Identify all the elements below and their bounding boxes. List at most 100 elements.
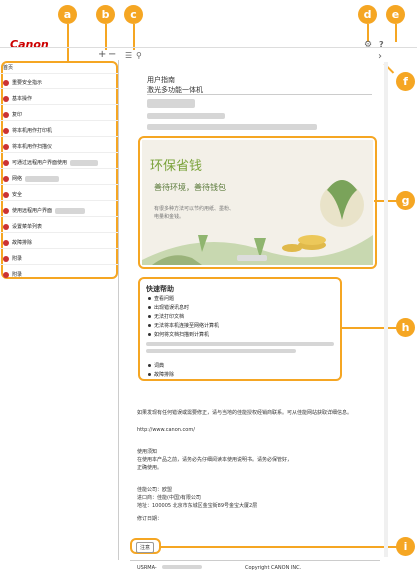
quick-item-0[interactable]: 查看问题 bbox=[148, 295, 174, 302]
callout-c: c bbox=[124, 5, 143, 24]
sidebar-item-trouble[interactable]: 故障排除 bbox=[3, 238, 32, 247]
model-detail-redacted bbox=[147, 124, 317, 130]
banner-body-1: 有很多种方法可以节约用纸、墨粉、 bbox=[154, 206, 235, 212]
sidebar-item-appendix-2[interactable]: 附录 bbox=[3, 270, 22, 279]
sidebar-item-label: 安全 bbox=[12, 192, 23, 198]
callout-f: f bbox=[396, 72, 415, 91]
chevron-icon bbox=[3, 111, 9, 118]
sidebar-item-label: 基本操作 bbox=[12, 96, 33, 102]
banner-body-2: 电量和金钱。 bbox=[154, 214, 185, 220]
quick-item-2[interactable]: 无法打印文档 bbox=[148, 313, 184, 320]
sidebar-item-printer[interactable]: 将本机用作打印机 bbox=[3, 126, 52, 135]
callout-d: d bbox=[358, 5, 377, 24]
footer-code: USRMA- bbox=[137, 565, 157, 571]
leader-i bbox=[160, 546, 397, 548]
quick-item-3[interactable]: 无法将本机连接至网络计算机 bbox=[148, 322, 219, 329]
notice-text: 如果发现有任何错误或需要修正，请与当地的佳能授权经销商联系。可从佳能网站获取详细… bbox=[137, 410, 353, 416]
callout-a: a bbox=[58, 5, 77, 24]
sidebar-item-label: 将本机用作打印机 bbox=[12, 128, 53, 134]
quick-note-redacted-2 bbox=[146, 349, 296, 353]
callout-i: i bbox=[396, 537, 415, 556]
quick-item-1[interactable]: 出现错误讯息时 bbox=[148, 304, 189, 311]
scrollbar-track[interactable] bbox=[384, 62, 388, 557]
leader-e bbox=[395, 24, 397, 42]
callout-e: e bbox=[386, 5, 405, 24]
gear-icon[interactable]: ⚙ bbox=[364, 40, 372, 50]
chevron-icon bbox=[3, 143, 9, 150]
help-icon[interactable]: ? bbox=[379, 40, 384, 50]
quick-link-0[interactable]: 词典 bbox=[148, 362, 164, 369]
usage-text-2: 正确使用。 bbox=[137, 465, 163, 471]
copyright: Copyright CANON INC. bbox=[245, 565, 302, 571]
usage-title: 使用须知 bbox=[137, 449, 158, 455]
title-divider bbox=[147, 94, 372, 95]
sidebar-item-rui[interactable]: 使用远程用户界面 bbox=[3, 206, 86, 215]
model-name-redacted bbox=[147, 99, 195, 108]
sidebar-item-copy[interactable]: 复印 bbox=[3, 110, 22, 119]
zoom-in-button[interactable]: + bbox=[98, 50, 106, 60]
notice-button[interactable]: 注意 bbox=[136, 542, 155, 553]
eco-banner[interactable]: 环保省钱 善待环境，善待钱包 有很多种方法可以节约用纸、墨粉、 电量和金钱。 bbox=[142, 140, 373, 265]
sidebar-item-security[interactable]: 安全 bbox=[3, 190, 22, 199]
quick-note-redacted bbox=[146, 342, 334, 346]
chevron-icon bbox=[3, 175, 9, 182]
search-icon[interactable]: ⚲ bbox=[136, 51, 142, 61]
chevron-icon bbox=[3, 271, 9, 278]
banner-subtitle: 善待环境，善待钱包 bbox=[154, 183, 226, 192]
sidebar-item-label: 网络 bbox=[12, 176, 23, 182]
chevron-icon bbox=[3, 255, 9, 262]
footer-divider bbox=[130, 560, 380, 561]
company-2: 进口商：佳能(中国)有限公司 bbox=[137, 495, 201, 501]
sidebar-item-label: 附录 bbox=[12, 256, 23, 262]
leader-h bbox=[341, 327, 397, 329]
chevron-icon bbox=[3, 239, 9, 246]
next-page-icon[interactable]: › bbox=[378, 52, 382, 62]
company-3: 地址：100005 北京市东城区金宝街89号金宝大厦2层 bbox=[137, 503, 258, 509]
zoom-out-button[interactable]: − bbox=[108, 50, 116, 60]
revision-date: 修订日期： bbox=[137, 516, 163, 522]
quick-link-1[interactable]: 故障排除 bbox=[148, 371, 174, 378]
usage-text: 在使用本产品之前，请务必先仔细阅读本使用说明书。请务必保管好， bbox=[137, 457, 293, 463]
header-divider bbox=[0, 47, 417, 48]
chevron-icon bbox=[3, 207, 9, 214]
callout-h: h bbox=[396, 318, 415, 337]
notice-link[interactable]: http://www.canon.com/ bbox=[137, 427, 195, 433]
chevron-icon bbox=[3, 95, 9, 102]
sidebar-item-label: 故障排除 bbox=[12, 240, 33, 246]
sidebar-item-label: 可通过远程用户界面使用 bbox=[12, 160, 68, 166]
chevron-icon bbox=[3, 79, 9, 86]
sidebar: 首页 重要安全指示 基本操作 复印 将本机用作打印机 将本机用作扫描仪 可通过远… bbox=[0, 60, 119, 560]
sidebar-item-label: 将本机用作扫描仪 bbox=[12, 144, 53, 150]
sidebar-item-home[interactable]: 首页 bbox=[3, 63, 13, 72]
model-series-redacted bbox=[147, 113, 225, 119]
banner-title: 环保省钱 bbox=[150, 159, 203, 174]
quick-item-4[interactable]: 如何将文档扫描到计算机 bbox=[148, 331, 209, 338]
callout-g: g bbox=[396, 191, 415, 210]
chevron-icon bbox=[3, 127, 9, 134]
sidebar-item-label: 首页 bbox=[3, 65, 14, 71]
sidebar-item-label: 设置菜单列表 bbox=[12, 224, 43, 230]
company-1: 佳能公司：欧盟 bbox=[137, 487, 173, 493]
sidebar-item-basic[interactable]: 基本操作 bbox=[3, 94, 32, 103]
sidebar-item-label: 使用远程用户界面 bbox=[12, 208, 53, 214]
sidebar-item-appendix[interactable]: 附录 bbox=[3, 254, 22, 263]
sidebar-item-settings[interactable]: 设置菜单列表 bbox=[3, 222, 42, 231]
sidebar-item-label: 附录 bbox=[12, 272, 23, 278]
chevron-icon bbox=[3, 159, 9, 166]
sidebar-item-network[interactable]: 网络 bbox=[3, 174, 60, 183]
chevron-icon bbox=[3, 191, 9, 198]
chevron-icon bbox=[3, 223, 9, 230]
sidebar-item-remote[interactable]: 可通过远程用户界面使用 bbox=[3, 158, 99, 167]
sidebar-item-scanner[interactable]: 将本机用作扫描仪 bbox=[3, 142, 52, 151]
sidebar-item-label: 重要安全指示 bbox=[12, 80, 43, 86]
sidebar-item-label: 复印 bbox=[12, 112, 23, 118]
sidebar-item-safety[interactable]: 重要安全指示 bbox=[3, 78, 42, 87]
banner-pager[interactable] bbox=[237, 255, 267, 261]
leader-a bbox=[67, 24, 69, 62]
footer-code-redacted bbox=[162, 565, 202, 569]
callout-b: b bbox=[96, 5, 115, 24]
canon-logo: Canon bbox=[10, 38, 49, 51]
list-icon[interactable]: ☰ bbox=[125, 51, 132, 61]
doc-title: 用户指南 bbox=[147, 76, 175, 84]
quick-help-title: 快速帮助 bbox=[146, 285, 174, 293]
